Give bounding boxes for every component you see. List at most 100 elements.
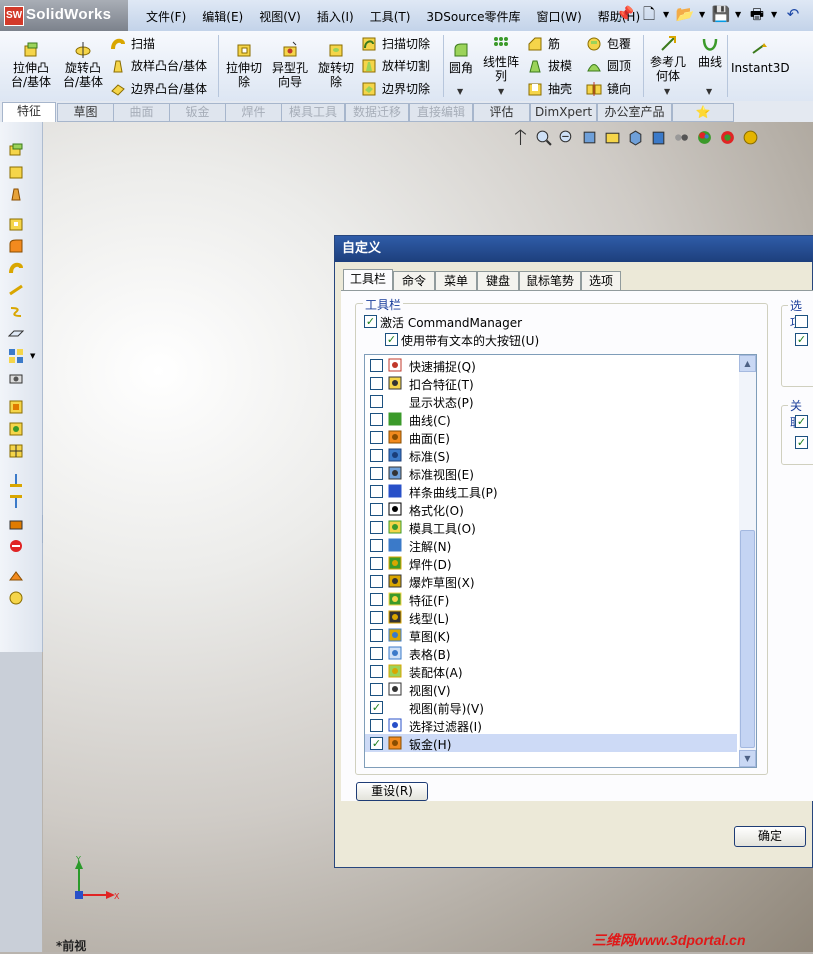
boundary-boss-button[interactable]: 边界凸台/基体 [110,80,207,97]
section-view-icon[interactable] [581,129,598,146]
toolbar-list-checkbox[interactable] [370,611,383,624]
loft-cut-button[interactable]: 放样切割 [361,57,430,74]
move-down-icon[interactable] [8,494,24,510]
realview-icon[interactable] [742,129,759,146]
toolbar-list-checkbox[interactable] [370,647,383,660]
plane-icon[interactable] [8,326,24,342]
fillet-dropdown-arrow[interactable]: ▼ [457,87,463,96]
tab-surfaces[interactable]: 曲面 [113,103,170,122]
revolve-boss-button[interactable]: 旋转凸 台/基体 [60,41,106,89]
tab-extra[interactable]: ⭐ [672,103,734,122]
toolbar-list-checkbox[interactable] [370,413,383,426]
extrude-cut-button[interactable]: 拉伸切 除 [222,41,266,89]
solidworks-logo[interactable]: SW SolidWorks [0,0,128,31]
toolbar-list-checkbox[interactable] [370,395,383,408]
toolbar-list-item[interactable]: 选择过滤器(I) [365,716,737,734]
extrude-boss-button[interactable]: 拉伸凸 台/基体 [6,41,56,89]
activate-cm-checkbox[interactable]: ✓ [364,315,377,328]
save-icon[interactable]: 💾 [711,4,731,24]
combine-icon[interactable] [8,590,24,606]
related-checkbox-1[interactable]: ✓ [795,415,808,428]
fillet-button[interactable]: 圆角 [446,41,476,75]
sweep-button[interactable]: 扫描 [110,35,155,52]
toolbar-list-scrollbar[interactable]: ▲ ▼ [739,355,756,767]
menu-edit[interactable]: 编辑(E) [194,8,251,24]
pin-icon[interactable]: 📌 [615,4,635,24]
zoom-to-fit-icon[interactable] [512,129,529,146]
reference-geometry-button[interactable]: 参考几 何体 [646,35,690,83]
toolbar-list-checkbox[interactable] [370,575,383,588]
toolbar-list-checkbox[interactable] [370,467,383,480]
save-dropdown-arrow[interactable]: ▼ [735,10,743,19]
loft-button[interactable]: 放样凸台/基体 [110,57,207,74]
pattern-flyout-arrow[interactable]: ▼ [30,352,35,360]
ref-geometry-dropdown-arrow[interactable]: ▼ [664,87,670,96]
toolbar-list-checkbox[interactable] [370,539,383,552]
toolbar-list-checkbox[interactable] [370,521,383,534]
menu-file[interactable]: 文件(F) [138,8,194,24]
dialog-tab-mouse-gestures[interactable]: 鼠标笔势 [519,271,581,290]
toolbar-list-item[interactable]: 扣合特征(T) [365,374,737,392]
menu-3dsource[interactable]: 3DSource零件库 [418,8,528,24]
tab-direct-editing[interactable]: 直接编辑 [409,103,473,122]
toolbar-list-checkbox[interactable] [370,485,383,498]
toolbar-list-item[interactable]: 草图(K) [365,626,737,644]
revolve-cut-button[interactable]: 旋转切 除 [314,41,358,89]
toolbar-list-checkbox[interactable] [370,449,383,462]
mirror-button[interactable]: 镜向 [586,80,631,97]
toolbar-list-checkbox[interactable] [370,503,383,516]
reset-button[interactable]: 重设(R) [356,782,428,801]
hide-show-items-icon[interactable] [673,129,690,146]
toolbar-list-item[interactable]: 焊件(D) [365,554,737,572]
toolbar-list-item[interactable]: 标准视图(E) [365,464,737,482]
toolbar-list-checkbox[interactable] [370,683,383,696]
toolbar-list-checkbox[interactable] [370,719,383,732]
pattern-icon[interactable] [8,348,24,364]
intersect-icon[interactable] [8,568,24,584]
toolbar-list-checkbox[interactable]: ✓ [370,737,383,750]
linear-pattern-button[interactable]: 线性阵 列 [480,35,522,83]
toolbar-list-item[interactable]: 曲线(C) [365,410,737,428]
tab-dimxpert[interactable]: DimXpert [530,103,597,122]
toolbar-list-item[interactable]: 爆炸草图(X) [365,572,737,590]
print-icon[interactable]: 🖶 [747,4,767,24]
option-checkbox-1[interactable] [795,315,808,328]
toolbar-list-item[interactable]: 视图(V) [365,680,737,698]
large-buttons-checkbox[interactable]: ✓ [385,333,398,346]
print-dropdown-arrow[interactable]: ▼ [771,10,779,19]
toolbar-list-item[interactable]: 格式化(O) [365,500,737,518]
dialog-title[interactable]: 自定义 [335,236,813,262]
toolbar-list-checkbox[interactable] [370,665,383,678]
toolbar-list-item[interactable]: 表格(B) [365,644,737,662]
new-document-icon[interactable]: 🗋 [639,4,659,24]
sweep-cut-button[interactable]: 扫描切除 [361,35,430,52]
edit-appearance-icon[interactable] [696,129,713,146]
toolbar-list-item[interactable]: 模具工具(O) [365,518,737,536]
related-checkbox-2[interactable]: ✓ [795,436,808,449]
toolbar-list-item[interactable]: ✓ 钣金(H) [365,734,737,752]
ok-button[interactable]: 确定 [734,826,806,847]
dynamic-annotation-icon[interactable] [604,129,621,146]
no-entry-icon[interactable] [8,538,24,554]
toolbar-list-item[interactable]: ✓ 视图(前导)(V) [365,698,737,716]
open-folder-icon[interactable]: 📂 [675,4,695,24]
toolbar-list-checkbox[interactable]: ✓ [370,701,383,714]
shell-button[interactable]: 抽壳 [527,80,572,97]
fillet-icon[interactable] [8,238,24,254]
toolbar-list-item[interactable]: 样条曲线工具(P) [365,482,737,500]
toolbar-list-checkbox[interactable] [370,431,383,444]
core-cavity-icon[interactable] [8,421,24,437]
open-dropdown-arrow[interactable]: ▼ [699,10,707,19]
toolbar-list-checkbox[interactable] [370,629,383,642]
scroll-down-button[interactable]: ▼ [739,750,756,767]
rib-button[interactable]: 筋 [527,35,560,52]
pattern-dropdown-arrow[interactable]: ▼ [498,87,504,96]
hole-wizard-button[interactable]: 异型孔 向导 [268,41,312,89]
menu-view[interactable]: 视图(V) [251,8,309,24]
tab-data-migration[interactable]: 数据迁移 [345,103,409,122]
dialog-tab-commands[interactable]: 命令 [393,271,435,290]
dialog-tab-keyboard[interactable]: 键盘 [477,271,519,290]
toolbar-list-item[interactable]: 快速捕捉(Q) [365,356,737,374]
toolbar-list-checkbox[interactable] [370,593,383,606]
boundary-cut-button[interactable]: 边界切除 [361,80,430,97]
